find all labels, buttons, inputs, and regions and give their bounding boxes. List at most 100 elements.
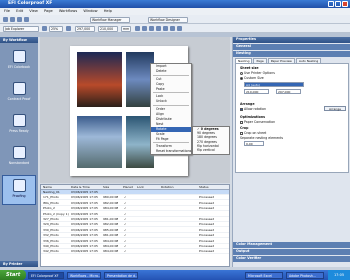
table-row[interactable]: Photo_2 (Copy 1) 03/06/2005 17:05 ✓ — [41, 212, 229, 217]
workflow-designer-dropdown[interactable]: Workflow Designer — [148, 16, 188, 23]
rotate-icon[interactable] — [170, 26, 175, 31]
table-row[interactable]: 336_Photo 03/06/2005 17:05 984,00 KB ✓ Proce… — [41, 239, 229, 244]
cell-date: 03/06/2005 17:05 — [71, 200, 98, 205]
table-row[interactable]: 327_Photo 03/06/2005 17:05 981,00 KB ✓ Proce… — [41, 217, 229, 222]
system-clock: 17:05 — [328, 270, 350, 280]
align-center-icon[interactable] — [142, 26, 147, 31]
task-presentation[interactable]: Presentation de d... — [104, 271, 138, 279]
color-management-section[interactable]: Color Management — [233, 242, 350, 248]
crop-checkbox[interactable]: Crop on sheet — [240, 131, 266, 135]
lock-icon[interactable] — [177, 26, 182, 31]
table-row[interactable]: 332_Photo 03/06/2005 17:05 981,00 KB ✓ Proce… — [41, 233, 229, 239]
distribute-icon[interactable] — [156, 26, 161, 31]
minimize-button[interactable] — [328, 1, 334, 7]
allow-rotation-checkbox[interactable]: Allow rotation — [240, 107, 266, 111]
workflow-item-3[interactable]: Press Ready — [2, 111, 36, 141]
menu-item-reset[interactable]: Reset transformations — [151, 149, 191, 154]
menu-item-delete[interactable]: Delete — [151, 69, 191, 74]
zoom-field[interactable]: 25% — [49, 25, 63, 32]
cell-size: 981,00 KB — [103, 233, 119, 238]
menu-item-unlock[interactable]: Unlock — [151, 99, 191, 104]
zoom-out-icon[interactable] — [42, 26, 47, 31]
task-workflows[interactable]: Workflows - Micro... — [67, 271, 101, 279]
workflow-item-1[interactable]: EFI Colorbook — [2, 47, 36, 77]
table-row[interactable]: Photo_2 03/06/2005 17:05 984,00 KB ✓ Process… — [41, 206, 229, 212]
start-button[interactable]: Start — [0, 270, 26, 280]
menu-window[interactable]: Window — [83, 9, 97, 13]
cell-size: 984,00 KB — [103, 249, 119, 254]
align-right-icon[interactable] — [149, 26, 154, 31]
custom-width-field[interactable]: 210,000 — [244, 89, 269, 94]
height-field[interactable]: 210,000 — [98, 25, 118, 32]
photo-sunset[interactable] — [77, 52, 122, 107]
cell-placed: ✓ — [124, 206, 127, 211]
menu-separator — [153, 74, 189, 76]
checkbox-label: Paper Conservation — [244, 120, 276, 124]
new-icon[interactable] — [3, 17, 8, 22]
menu-view[interactable]: View — [29, 9, 38, 13]
unit-dropdown[interactable]: mm — [121, 25, 131, 32]
output-section[interactable]: Output — [233, 249, 350, 255]
workflow-item-4[interactable]: Nonstandard — [2, 143, 36, 173]
menu-file[interactable]: File — [4, 9, 10, 13]
layout-canvas[interactable] — [40, 37, 230, 183]
cell-date: 03/06/2005 17:05 — [71, 195, 98, 200]
toolbar-main: Workflow Manager Workflow Designer — [0, 15, 350, 24]
align-left-icon[interactable] — [135, 26, 140, 31]
cell-date: 03/06/2005 17:05 — [71, 249, 98, 254]
menu-item-fit-page[interactable]: Fit Page — [151, 137, 191, 142]
arrange-button[interactable]: Arrange — [324, 106, 346, 111]
window-title: EFI Colorproof XF — [8, 1, 53, 6]
workflow-item-2[interactable]: Contract Proof — [2, 79, 36, 109]
workflow-item-5[interactable]: Proofing — [2, 175, 36, 205]
separate-elements-field[interactable]: 0,00 — [244, 141, 264, 146]
by-workflow-header[interactable]: By Workflow — [0, 37, 38, 43]
task-excel[interactable]: Microsoft Excel — [245, 271, 283, 279]
cell-name: IMG_Photo — [43, 200, 59, 205]
paper-size-dropdown[interactable]: A4 (auto) — [244, 82, 304, 87]
cell-status: Processed — [199, 249, 215, 254]
checkbox-label: Crop on sheet — [244, 131, 267, 135]
menu-item-paste[interactable]: Paste — [151, 87, 191, 92]
paper-conservation-checkbox[interactable]: Paper Conservation — [240, 120, 275, 124]
custom-size-radio[interactable]: Custom Size — [240, 76, 264, 80]
general-section[interactable]: General — [233, 44, 350, 50]
submenu-flip-vertical[interactable]: flip vertical — [193, 148, 229, 152]
cell-date: 03/06/2005 17:05 — [71, 190, 98, 194]
custom-height-field[interactable]: 297,000 — [276, 89, 301, 94]
job-explorer-dropdown[interactable]: Job Explorer — [3, 25, 39, 32]
table-row[interactable]: IMG_Photo 03/06/2005 17:05 982,00 KB ✓ Proce… — [41, 201, 229, 206]
table-row[interactable]: Nesting_01 03/06/2005 17:05 — [41, 190, 229, 195]
table-row[interactable]: 171_Photo 03/06/2005 17:05 980,00 KB ✓ Proce… — [41, 195, 229, 201]
table-row[interactable]: 329_Photo 03/06/2005 17:05 982,00 KB ✓ Proce… — [41, 222, 229, 228]
close-button[interactable] — [342, 1, 348, 7]
print-icon[interactable] — [24, 17, 29, 22]
menu-help[interactable]: Help — [104, 9, 112, 13]
menu-edit[interactable]: Edit — [16, 9, 23, 13]
photo-coast[interactable] — [77, 116, 122, 168]
open-icon[interactable] — [10, 17, 15, 22]
table-row[interactable]: 340_Photo 03/06/2005 17:05 984,00 KB ✓ Proce… — [41, 244, 229, 249]
nesting-section[interactable]: Nesting — [233, 51, 350, 57]
task-photoshop[interactable]: Adobe Photosh... — [286, 271, 324, 279]
maximize-button[interactable] — [335, 1, 341, 7]
menu-separator — [153, 105, 189, 107]
menu-workflows[interactable]: Workflows — [59, 9, 77, 13]
cell-status: Processed — [199, 217, 215, 221]
menu-page[interactable]: Page — [44, 9, 53, 13]
workflow-manager-dropdown[interactable]: Workflow Manager — [90, 16, 130, 23]
table-row[interactable]: 342_Photo 03/06/2005 17:05 984,00 KB ✓ Proce… — [41, 249, 229, 255]
width-field[interactable]: 297,000 — [75, 25, 95, 32]
nest-icon[interactable] — [163, 26, 168, 31]
save-icon[interactable] — [17, 17, 22, 22]
cell-date: 03/06/2005 17:05 — [71, 227, 98, 232]
workflow-icon — [12, 114, 26, 127]
cell-name: Nesting_01 — [43, 190, 60, 194]
color-verifier-section[interactable]: Color Verifier — [233, 256, 350, 262]
zoom-in-icon[interactable] — [66, 26, 71, 31]
cell-placed: ✓ — [124, 211, 127, 216]
use-printer-options-radio[interactable]: Use Printer Options — [240, 71, 275, 75]
table-row[interactable]: 330_Photo 03/06/2005 17:05 985,00 KB ✓ Proce… — [41, 228, 229, 233]
cell-placed: ✓ — [124, 227, 127, 232]
task-colorproof[interactable]: EFI Colorproof XF — [28, 271, 64, 279]
